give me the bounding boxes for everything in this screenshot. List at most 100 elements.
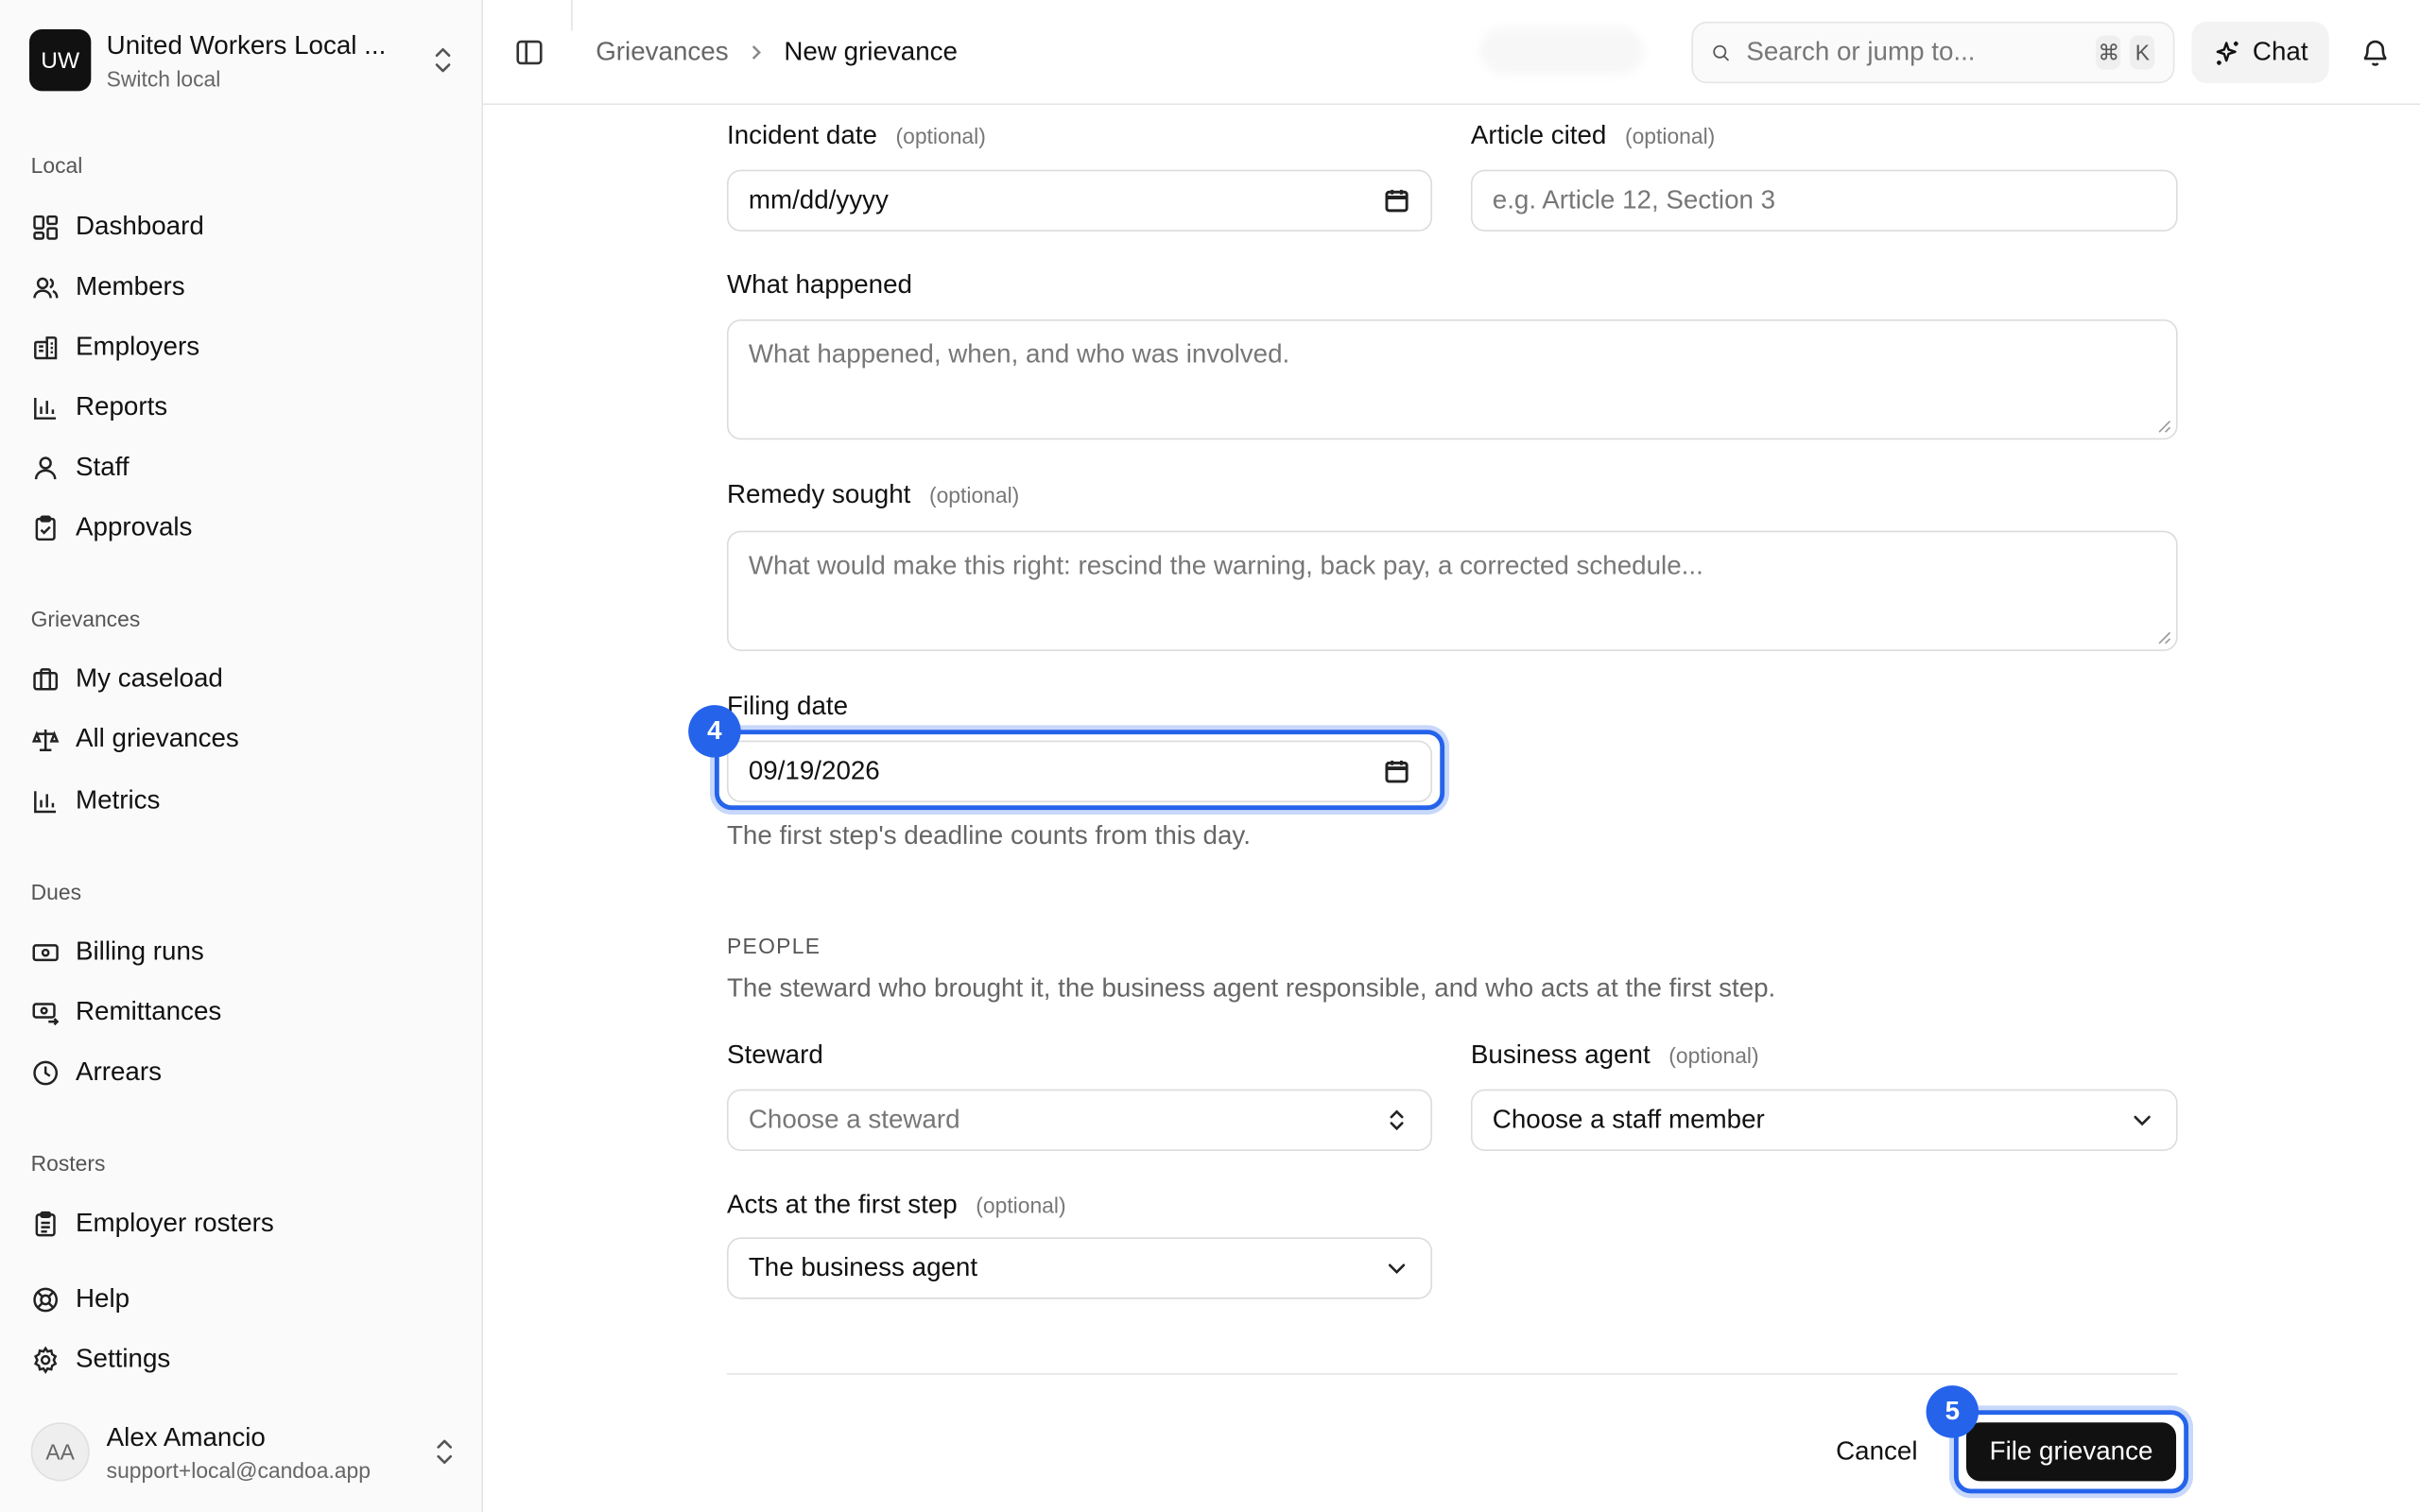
sidebar-item-label: All grievances — [75, 723, 239, 753]
sidebar-item-dashboard[interactable]: Dashboard — [31, 205, 204, 249]
sparkles-icon — [2215, 41, 2238, 64]
people-section-title: PEOPLE — [726, 933, 821, 958]
sidebar-item-help[interactable]: Help — [31, 1278, 130, 1321]
sidebar-item-employers[interactable]: Employers — [31, 325, 199, 369]
resize-handle-icon[interactable] — [2156, 418, 2171, 433]
first-step-value: The business agent — [748, 1252, 978, 1282]
first-step-label: Acts at the first step (optional) — [726, 1189, 1066, 1219]
chat-button[interactable]: Chat — [2191, 21, 2329, 84]
money-transfer-icon — [32, 1002, 60, 1025]
search-icon — [1713, 44, 1730, 60]
nav-group-grievances: Grievances — [30, 606, 141, 631]
steward-label: Steward — [726, 1040, 823, 1070]
breadcrumb: Grievances New grievance — [596, 37, 958, 68]
chevron-down-icon — [1388, 1263, 1406, 1274]
step-badge-4: 4 — [688, 705, 741, 758]
remedy-sought-textarea[interactable]: What would make this right: rescind the … — [726, 530, 2178, 651]
building-icon — [34, 335, 58, 359]
life-buoy-icon — [33, 1286, 59, 1312]
sidebar-item-members[interactable]: Members — [31, 266, 185, 309]
clock-icon — [33, 1059, 59, 1085]
nav-group-local: Local — [30, 152, 83, 178]
sidebar-item-label: Metrics — [75, 785, 161, 816]
bell-icon[interactable] — [2360, 37, 2391, 68]
clipboard-check-icon — [35, 514, 56, 541]
users-icon — [33, 276, 59, 298]
sidebar: UW United Workers Local ... Switch local… — [0, 0, 484, 1512]
breadcrumb-grievances[interactable]: Grievances — [596, 37, 728, 68]
business-agent-label: Business agent (optional) — [1470, 1040, 1759, 1070]
sidebar-item-label: My caseload — [75, 663, 223, 694]
calendar-icon[interactable] — [1383, 187, 1410, 215]
briefcase-icon — [33, 667, 59, 690]
calendar-icon[interactable] — [1383, 758, 1410, 785]
filing-date-label: Filing date — [726, 691, 849, 721]
sidebar-item-label: Remittances — [75, 996, 222, 1026]
user-email: support+local@candoa.app — [106, 1457, 371, 1483]
article-cited-placeholder: e.g. Article 12, Section 3 — [1492, 184, 1776, 215]
user-icon — [34, 455, 57, 479]
local-switcher[interactable]: UW United Workers Local ... Switch local — [29, 27, 456, 93]
search-input[interactable] — [1746, 37, 2088, 68]
cancel-button[interactable]: Cancel — [1815, 1422, 1939, 1481]
sidebar-item-label: Members — [75, 271, 185, 301]
what-happened-label: What happened — [726, 269, 912, 300]
sidebar-item-label: Approvals — [75, 512, 193, 542]
first-step-select[interactable]: The business agent — [726, 1237, 1433, 1299]
step-badge-5: 5 — [1926, 1385, 1979, 1438]
sidebar-item-employer-rosters[interactable]: Employer rosters — [31, 1202, 274, 1246]
sidebar-toggle-icon[interactable] — [514, 37, 545, 68]
sidebar-item-metrics[interactable]: Metrics — [31, 779, 161, 822]
chat-label: Chat — [2252, 37, 2308, 67]
avatar: AA — [30, 1422, 90, 1482]
bar-chart-icon — [34, 397, 57, 420]
chevron-down-icon — [2134, 1115, 2151, 1126]
business-agent-select[interactable]: Choose a staff member — [1470, 1089, 2178, 1151]
sidebar-item-label: Employer rosters — [75, 1208, 274, 1238]
remedy-sought-label: Remedy sought (optional) — [726, 479, 1020, 509]
sidebar-item-staff[interactable]: Staff — [31, 446, 130, 490]
gear-icon — [34, 1345, 58, 1374]
nav-group-dues: Dues — [30, 879, 82, 904]
org-switch-label: Switch local — [106, 65, 221, 91]
sidebar-item-arrears[interactable]: Arrears — [31, 1051, 162, 1094]
what-happened-textarea[interactable]: What happened, when, and who was involve… — [726, 318, 2178, 440]
filing-date-help: The first step's deadline counts from th… — [726, 820, 1251, 850]
sidebar-item-remittances[interactable]: Remittances — [31, 990, 222, 1034]
filing-date-field[interactable]: 09/19/2026 — [726, 740, 1433, 802]
sidebar-item-label: Billing runs — [75, 936, 204, 967]
chevron-right-icon — [752, 45, 761, 60]
user-menu[interactable]: AA Alex Amancio support+local@candoa.app — [30, 1419, 458, 1485]
incident-date-field[interactable]: mm/dd/yyyy — [726, 169, 1433, 232]
sidebar-item-reports[interactable]: Reports — [31, 386, 168, 429]
steward-select[interactable]: Choose a steward — [726, 1089, 1433, 1151]
nav-group-rosters: Rosters — [30, 1150, 106, 1177]
top-bar: Grievances New grievance ⌘ K Chat — [483, 0, 2420, 106]
incident-date-label: Incident date (optional) — [726, 120, 986, 150]
sidebar-item-label: Staff — [75, 452, 130, 482]
sidebar-item-my-caseload[interactable]: My caseload — [31, 658, 223, 701]
sidebar-item-billing-runs[interactable]: Billing runs — [31, 930, 204, 973]
sidebar-item-settings[interactable]: Settings — [31, 1338, 170, 1382]
org-avatar: UW — [29, 29, 92, 92]
blurred-element — [1479, 27, 1644, 75]
shortcut-key-cmd: ⌘ — [2096, 35, 2121, 70]
resize-handle-icon[interactable] — [2156, 629, 2171, 644]
scale-icon — [31, 729, 60, 751]
search-box[interactable]: ⌘ K — [1691, 21, 2175, 84]
sidebar-item-all-grievances[interactable]: All grievances — [31, 717, 239, 761]
bar-chart-icon — [34, 790, 57, 813]
shortcut-key-k: K — [2130, 35, 2155, 70]
header-divider — [571, 0, 573, 31]
chevron-up-down-icon — [1390, 1109, 1404, 1131]
what-happened-placeholder: What happened, when, and who was involve… — [748, 339, 1290, 369]
chevron-up-down-icon — [437, 1439, 453, 1465]
chevron-up-down-icon — [435, 47, 451, 73]
steward-placeholder: Choose a steward — [748, 1104, 960, 1134]
sidebar-item-label: Dashboard — [75, 211, 204, 241]
file-grievance-button[interactable]: File grievance — [1965, 1422, 2177, 1482]
sidebar-item-approvals[interactable]: Approvals — [31, 507, 193, 550]
article-cited-field[interactable]: e.g. Article 12, Section 3 — [1470, 169, 2178, 232]
remedy-sought-placeholder: What would make this right: rescind the … — [748, 550, 1703, 580]
sidebar-item-label: Reports — [75, 391, 168, 421]
